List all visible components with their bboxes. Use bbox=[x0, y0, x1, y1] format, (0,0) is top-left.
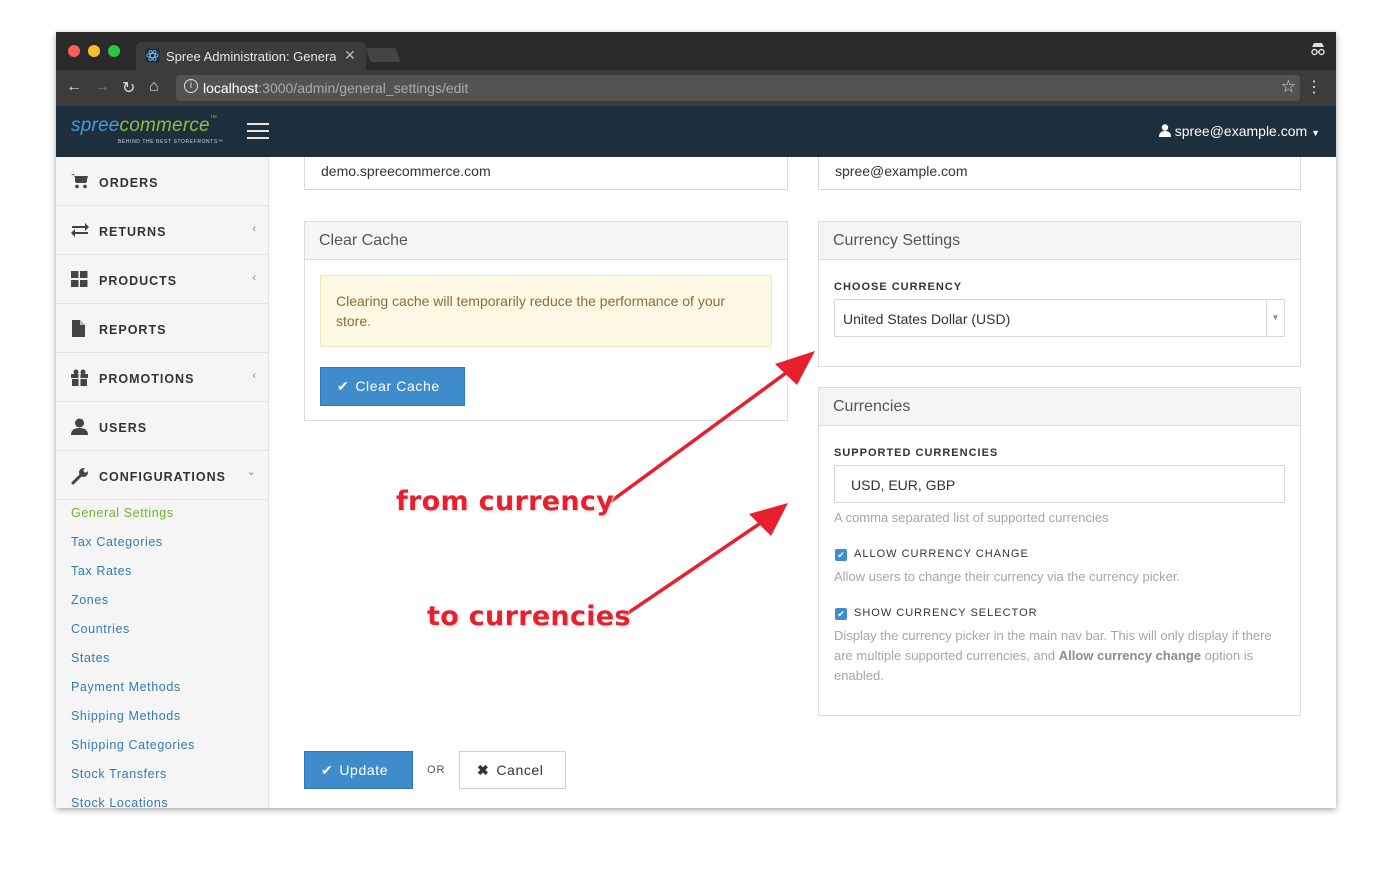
annotation-from-currency: from currency bbox=[396, 486, 615, 517]
arrow-to-currencies bbox=[623, 503, 788, 617]
annotation-arrows bbox=[608, 351, 815, 617]
annotation-to-currencies: to currencies bbox=[427, 601, 631, 632]
arrow-from-currency bbox=[608, 351, 815, 504]
